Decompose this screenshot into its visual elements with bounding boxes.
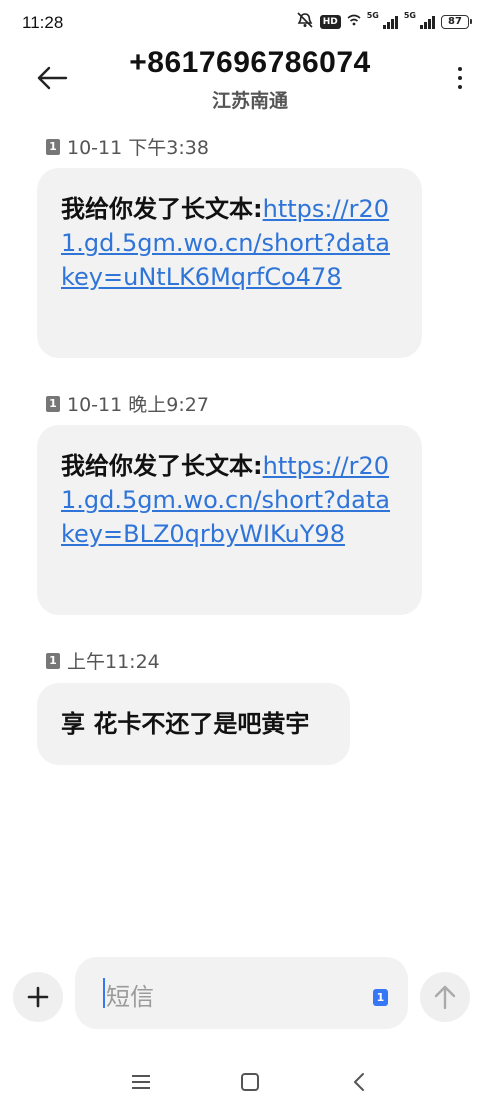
sim-select-button[interactable]: 1 (373, 989, 388, 1006)
home-button[interactable] (230, 1060, 270, 1104)
send-button[interactable] (420, 972, 470, 1022)
message-timestamp: 1 上午11:24 (46, 647, 160, 674)
home-icon (241, 1073, 259, 1091)
battery-icon: 87 (441, 14, 472, 29)
send-arrow-icon (434, 985, 456, 1010)
status-time: 11:28 (22, 13, 64, 32)
wifi-icon (347, 14, 361, 29)
nav-back-button[interactable] (339, 1060, 379, 1104)
message-bubble[interactable]: 享 花卡不还了是吧黄宇 (37, 683, 350, 765)
message-text: 享 花卡不还了是吧黄宇 (61, 710, 310, 738)
plus-icon (27, 986, 49, 1008)
status-icons: HD 5G 5G 87 (296, 12, 472, 31)
text-caret (103, 978, 105, 1008)
timestamp-text: 10-11 下午3:38 (67, 137, 209, 159)
message-input-placeholder: 短信 (106, 983, 154, 1011)
message-text: 我给你发了长文本: (61, 195, 263, 223)
timestamp-text: 10-11 晚上9:27 (67, 394, 209, 416)
conversation-header: +8617696786074 江苏南通 (0, 46, 500, 116)
menu-icon (132, 1075, 150, 1089)
hd-badge: HD (319, 14, 341, 29)
sim-card-icon: 1 (46, 652, 60, 669)
more-options-button[interactable] (450, 60, 470, 96)
message-timestamp: 1 10-11 晚上9:27 (46, 390, 209, 417)
sim-card-icon: 1 (46, 395, 60, 412)
signal-icon-1 (382, 15, 398, 29)
network-type-1: 5G (366, 11, 379, 20)
message-timestamp: 1 10-11 下午3:38 (46, 133, 209, 160)
contact-number: +8617696786074 (129, 46, 371, 79)
status-bar: 11:28 HD 5G 5G 87 (0, 0, 500, 46)
message-bubble[interactable]: 我给你发了长文本:https://r201.gd.5gm.wo.cn/short… (37, 168, 422, 358)
message-input[interactable]: 短信 1 (75, 957, 408, 1029)
timestamp-text: 上午11:24 (67, 651, 160, 673)
mute-icon (296, 12, 314, 31)
signal-icon-2 (420, 15, 435, 29)
network-type-2: 5G (403, 11, 416, 20)
contact-location: 江苏南通 (211, 90, 288, 112)
message-text: 我给你发了长文本: (61, 452, 263, 480)
recent-apps-button[interactable] (121, 1060, 161, 1104)
system-nav-bar (0, 1060, 500, 1104)
sim-card-icon: 1 (46, 138, 60, 155)
add-attachment-button[interactable] (13, 972, 63, 1022)
message-bubble[interactable]: 我给你发了长文本:https://r201.gd.5gm.wo.cn/short… (37, 425, 422, 615)
back-icon (354, 1073, 364, 1091)
more-vert-icon (458, 67, 462, 89)
battery-level: 87 (441, 14, 469, 29)
